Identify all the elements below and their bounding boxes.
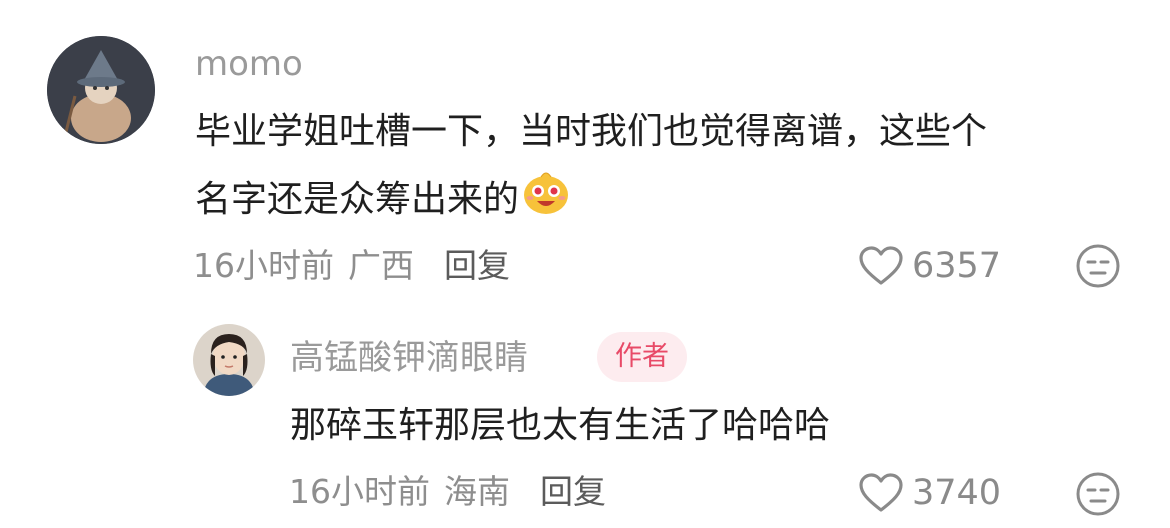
comment-dislike-button[interactable]	[1075, 243, 1121, 289]
reply-like-count: 3740	[912, 473, 1002, 513]
comment-time: 16小时前	[193, 246, 334, 285]
reply-text: 那碎玉轩那层也太有生活了哈哈哈	[290, 405, 831, 446]
comment-like-button[interactable]: 6357	[858, 244, 1001, 288]
reply-username[interactable]: 高锰酸钾滴眼睛	[290, 338, 528, 378]
unamused-face-icon	[1076, 244, 1120, 288]
reply-time: 16小时前	[289, 472, 430, 511]
reply-dislike-button[interactable]	[1075, 471, 1121, 517]
avatar[interactable]	[47, 36, 155, 144]
reply-reply-button[interactable]: 回复	[540, 472, 606, 511]
comment-like-count: 6357	[912, 246, 1002, 286]
comment-meta: 16小时前 广西 回复	[193, 246, 510, 286]
unamused-face-icon	[1076, 472, 1120, 516]
heart-icon	[859, 246, 903, 285]
comment-text-line-2: 名字还是众筹出来的	[195, 166, 571, 234]
comment-text-segment: 名字还是众筹出来的	[195, 179, 520, 220]
author-badge: 作者	[597, 332, 687, 382]
comment-location: 广西	[348, 246, 414, 285]
smiling-face-with-sparkle-eyes-emoji-icon	[521, 167, 571, 217]
heart-icon	[859, 473, 903, 512]
reply-like-button[interactable]: 3740	[858, 471, 1001, 515]
reply-meta: 16小时前 海南 回复	[289, 472, 606, 512]
comment-text-line-1: 毕业学姐吐槽一下，当时我们也觉得离谱，这些个	[195, 111, 988, 152]
comment-reply-button[interactable]: 回复	[444, 246, 510, 285]
reply-location: 海南	[444, 472, 510, 511]
reply-avatar[interactable]	[193, 324, 265, 396]
comment-username[interactable]: momo	[195, 44, 303, 84]
